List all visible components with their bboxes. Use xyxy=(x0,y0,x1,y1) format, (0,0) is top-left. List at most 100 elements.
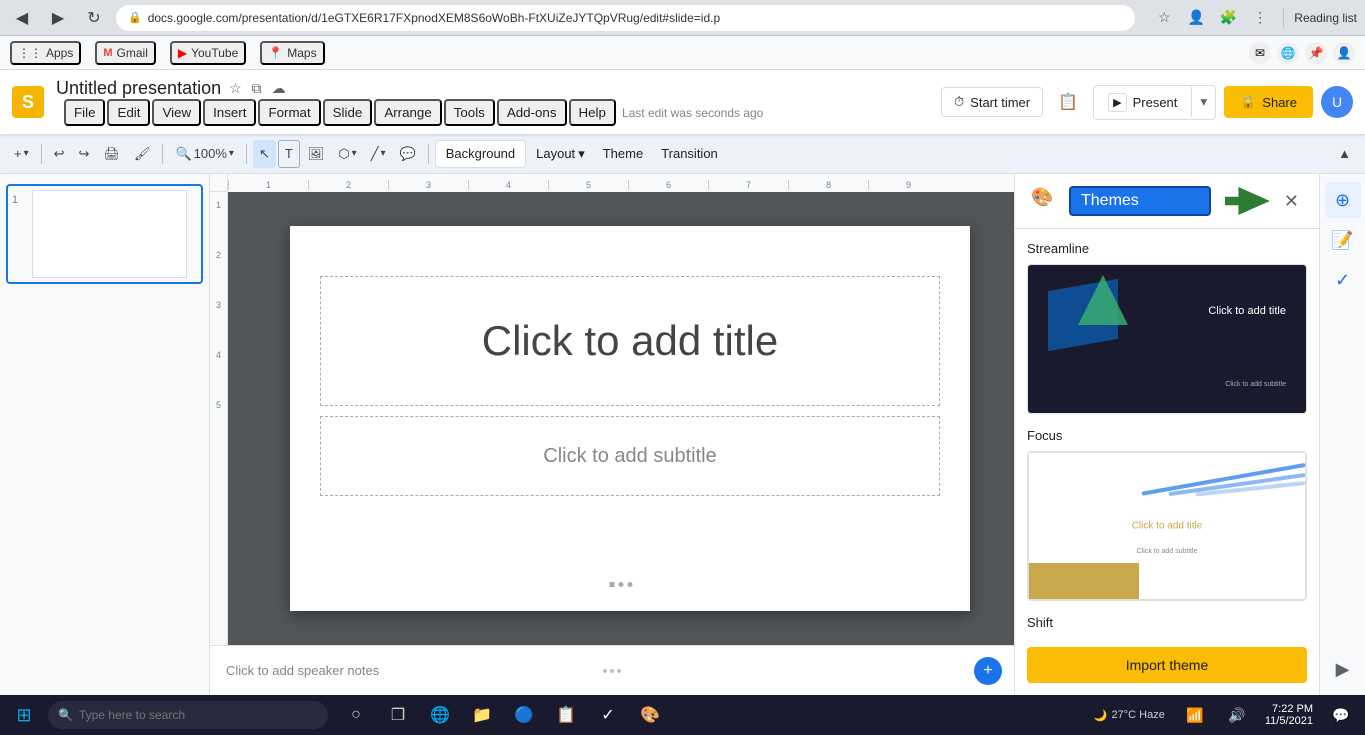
reading-list-button[interactable]: Reading list xyxy=(1294,11,1357,25)
ext1-button[interactable]: ✉ xyxy=(1249,42,1271,64)
comment-button[interactable]: 💬 xyxy=(394,140,422,168)
wifi-button[interactable]: 📶 xyxy=(1175,697,1215,733)
file-menu[interactable]: File xyxy=(64,99,105,126)
explorer-taskbar-button[interactable]: 📁 xyxy=(462,697,502,733)
slide-subtitle-text[interactable]: Click to add subtitle xyxy=(543,445,716,468)
redo-button[interactable]: ↪ xyxy=(73,140,96,168)
insert-menu[interactable]: Insert xyxy=(203,99,256,126)
maps-bookmark[interactable]: 📍 Maps xyxy=(260,41,324,65)
focus-theme-card: Focus Click to add title Click to add su… xyxy=(1027,428,1307,601)
undo-button[interactable]: ↩ xyxy=(48,140,71,168)
present-button[interactable]: ▶ Present xyxy=(1094,86,1191,119)
notes-icon-button[interactable]: 📋 xyxy=(1051,85,1085,119)
speaker-notes-text[interactable]: Click to add speaker notes xyxy=(226,663,379,678)
streamline-thumbnail[interactable]: Click to add title Click to add subtitle xyxy=(1027,264,1307,414)
search-input[interactable] xyxy=(79,708,318,722)
volume-button[interactable]: 🔊 xyxy=(1217,697,1257,733)
profile-ext-button[interactable]: 👤 xyxy=(1333,42,1355,64)
ext3-button[interactable]: 📌 xyxy=(1305,42,1327,64)
task-view-button[interactable]: ❒ xyxy=(378,697,418,733)
add-button[interactable]: + ▾ xyxy=(8,140,35,168)
background-button[interactable]: Background xyxy=(435,140,526,168)
slide-canvas-background: Click to add title Click to add subtitle xyxy=(228,192,1014,645)
presentation-title[interactable]: Untitled presentation xyxy=(56,78,221,99)
edit-menu[interactable]: Edit xyxy=(107,99,150,126)
notes-add-button[interactable]: + xyxy=(974,657,1002,685)
extension-icons: ✉ 🌐 📌 👤 xyxy=(1249,42,1355,64)
tasks-sidebar-button[interactable]: ✓ xyxy=(1325,262,1361,298)
notification-button[interactable]: 💬 xyxy=(1321,697,1361,733)
app5-taskbar-button[interactable]: ✓ xyxy=(588,697,628,733)
reload-button[interactable]: ↻ xyxy=(80,4,108,32)
slide-canvas[interactable]: Click to add title Click to add subtitle xyxy=(290,226,970,611)
slide-title-text[interactable]: Click to add title xyxy=(482,317,778,365)
sidebar-expand-button[interactable]: ▶ xyxy=(1325,651,1361,687)
zoom-button[interactable]: 🔍 100% ▾ xyxy=(169,140,239,168)
addons-menu[interactable]: Add-ons xyxy=(497,99,567,126)
transition-button[interactable]: Transition xyxy=(653,140,726,168)
view-menu[interactable]: View xyxy=(152,99,201,126)
toolbar-divider-1 xyxy=(41,144,42,164)
speaker-notes-bar[interactable]: Click to add speaker notes + xyxy=(210,645,1014,695)
star-button[interactable]: ☆ xyxy=(227,78,244,99)
menu-button[interactable]: ⋮ xyxy=(1247,5,1273,31)
themes-close-button[interactable]: ✕ xyxy=(1280,187,1303,216)
windows-logo: ⊞ xyxy=(16,705,31,726)
image-tool-button[interactable]: 🖼 xyxy=(302,140,331,168)
apps-bookmark[interactable]: ⋮⋮ Apps xyxy=(10,41,81,65)
slide-1-thumbnail[interactable] xyxy=(32,190,187,278)
line-tool-button[interactable]: ╱ ▾ xyxy=(365,140,392,168)
slide-title-textbox[interactable]: Click to add title xyxy=(320,276,940,406)
clock-date: 11/5/2021 xyxy=(1265,715,1313,727)
shape-tool-button[interactable]: ⬡ ▾ xyxy=(332,140,362,168)
youtube-bookmark[interactable]: ▶ YouTube xyxy=(170,41,246,65)
slide-subtitle-textbox[interactable]: Click to add subtitle xyxy=(320,416,940,496)
bookmarks-bar: ⋮⋮ Apps M Gmail ▶ YouTube 📍 Maps ✉ 🌐 📌 👤 xyxy=(0,36,1365,70)
toolbar-divider-4 xyxy=(428,144,429,164)
layout-button[interactable]: Layout ▾ xyxy=(528,140,593,168)
slide-1-thumbnail-wrapper[interactable]: 1 xyxy=(6,184,203,284)
back-button[interactable]: ◀ xyxy=(8,4,36,32)
gmail-bookmark[interactable]: M Gmail xyxy=(95,41,156,65)
url-text: docs.google.com/presentation/d/1eGTXE6R1… xyxy=(148,11,720,25)
theme-button[interactable]: Theme xyxy=(595,140,651,168)
copy-button[interactable]: ⧉ xyxy=(250,78,264,99)
explore-sidebar-button[interactable]: ⊕ xyxy=(1325,182,1361,218)
extensions-button[interactable]: 🧩 xyxy=(1215,5,1241,31)
present-dropdown-button[interactable]: ▾ xyxy=(1191,87,1215,117)
focus-label: Focus xyxy=(1027,428,1307,443)
arrange-menu[interactable]: Arrange xyxy=(374,99,441,126)
address-bar[interactable]: 🔒 docs.google.com/presentation/d/1eGTXE6… xyxy=(116,5,1135,31)
app6-taskbar-button[interactable]: 🎨 xyxy=(630,697,670,733)
slide-menu[interactable]: Slide xyxy=(323,99,373,126)
clock-display[interactable]: 7:22 PM 11/5/2021 xyxy=(1259,703,1319,727)
notes-sidebar-button[interactable]: 📝 xyxy=(1325,222,1361,258)
profile-button[interactable]: 👤 xyxy=(1183,5,1209,31)
start-timer-button[interactable]: ⏱ Start timer xyxy=(941,87,1043,117)
youtube-icon: ▶ xyxy=(178,46,187,60)
app4-taskbar-button[interactable]: 📋 xyxy=(546,697,586,733)
focus-title-text: Click to add title xyxy=(1132,521,1203,532)
import-theme-button[interactable]: Import theme xyxy=(1027,647,1307,683)
cloud-button[interactable]: ☁ xyxy=(270,78,288,99)
cortana-button[interactable]: ○ xyxy=(336,697,376,733)
help-menu[interactable]: Help xyxy=(569,99,616,126)
chrome-taskbar-button[interactable]: 🌐 xyxy=(420,697,460,733)
user-avatar[interactable]: U xyxy=(1321,86,1353,118)
text-tool-button[interactable]: T xyxy=(278,140,300,168)
app3-taskbar-button[interactable]: 🔵 xyxy=(504,697,544,733)
tools-menu[interactable]: Tools xyxy=(444,99,495,126)
print-button[interactable]: 🖨 xyxy=(97,140,126,168)
paint-format-button[interactable]: 🖌 xyxy=(128,140,157,168)
right-sidebar: ⊕ 📝 ✓ ▶ xyxy=(1319,174,1365,695)
search-bar[interactable]: 🔍 xyxy=(48,701,328,729)
cursor-tool-button[interactable]: ↖ xyxy=(253,140,276,168)
start-button[interactable]: ⊞ xyxy=(4,697,44,733)
bookmark-star-button[interactable]: ☆ xyxy=(1151,5,1177,31)
forward-button[interactable]: ▶ xyxy=(44,4,72,32)
ext2-button[interactable]: 🌐 xyxy=(1277,42,1299,64)
focus-thumbnail[interactable]: Click to add title Click to add subtitle xyxy=(1027,451,1307,601)
collapse-toolbar-button[interactable]: ▲ xyxy=(1332,140,1357,168)
share-button[interactable]: 🔒 Share xyxy=(1224,86,1313,118)
format-menu[interactable]: Format xyxy=(258,99,320,126)
